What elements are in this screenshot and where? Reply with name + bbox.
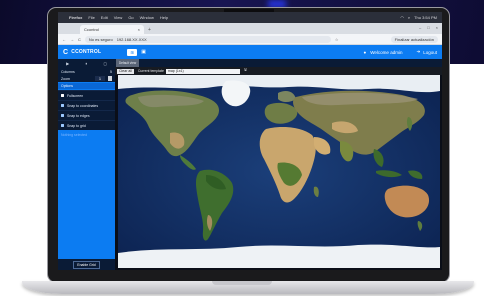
menubar-item-view[interactable]: View [114, 15, 123, 20]
option-snap-grid[interactable]: Snap to grid [58, 120, 115, 130]
option-snap-edges[interactable]: Snap to edges [58, 110, 115, 120]
option-fullscreen[interactable]: Fullscreen [58, 90, 115, 100]
columns-row: Columns 5 [61, 70, 112, 74]
window-controls: – □ × [419, 25, 438, 30]
sidebar-footer: Enable Grid [58, 259, 115, 270]
screen-button[interactable]: ▣ [141, 49, 146, 55]
save-icon[interactable]: 🖫 [244, 68, 247, 74]
menubar-item-file[interactable]: File [88, 15, 94, 20]
world-map [118, 75, 440, 268]
play-icon[interactable]: ▶ [66, 61, 69, 66]
enable-grid-button[interactable]: Enable Grid [73, 260, 100, 269]
insecure-label: No es seguro [88, 36, 113, 42]
pause-icon[interactable]: ⏸ [85, 61, 87, 66]
forward-button[interactable]: → [70, 37, 74, 42]
close-icon[interactable]: × [138, 27, 140, 32]
template-select[interactable]: map (1x1) [165, 68, 240, 74]
user-icon: ● [363, 49, 367, 55]
template-label: Current template [137, 69, 164, 73]
url-field[interactable]: No es seguro 192.168.XX.XXX [84, 35, 331, 43]
stop-icon[interactable]: ◻ [104, 61, 107, 66]
logo-mark: C [63, 48, 69, 56]
checkbox[interactable] [61, 94, 64, 97]
option-label: Snap to coordinates [67, 103, 99, 108]
sidebar-toolbar: ▶ ⏸ ◻ [58, 59, 115, 67]
columns-label: Columns [61, 70, 75, 74]
menubar-item-window[interactable]: Window [140, 15, 154, 20]
logout-label: Logout [423, 49, 437, 55]
tab-default-view[interactable]: Default view [116, 59, 139, 67]
logout-icon: ➜ [416, 49, 421, 54]
new-tab-button[interactable]: + [144, 27, 155, 34]
close-window-button[interactable]: × [436, 25, 438, 30]
laptop-base-notch [212, 281, 272, 285]
clear-all-button[interactable]: Clear all [117, 68, 134, 74]
wifi-icon[interactable]: ◠ [400, 15, 404, 20]
template-toolbar: Clear all Current template map (1x1) 🖫 [115, 67, 442, 75]
options-section-header: Options [58, 83, 115, 89]
option-snap-coordinates[interactable]: Snap to coordinates [58, 100, 115, 110]
columns-value[interactable]: 5 [110, 70, 112, 74]
zoom-row: Zoom 1 [61, 76, 112, 81]
star-icon[interactable]: ☆ [335, 37, 339, 42]
reload-button[interactable]: C [78, 37, 81, 42]
app-header: C CCONTROL ⊞ ▣ ● Welcome admin ➜ Logout [58, 45, 442, 59]
laptop-screen: Firefox File Edit View Go Window Help ◠ … [58, 12, 442, 270]
zoom-input[interactable]: 1 [95, 76, 105, 81]
zoom-stepper[interactable] [108, 76, 112, 81]
layout-grid-button[interactable]: ⊞ [127, 48, 138, 56]
world-map-view[interactable] [118, 75, 440, 268]
logo-text: CCONTROL [71, 49, 102, 55]
url-text: 192.168.XX.XXX [116, 36, 147, 42]
browser-tab[interactable]: Ccontrol × [80, 25, 144, 34]
browser-tabbar: Ccontrol × + – □ × [58, 23, 442, 34]
browser-addressbar: ← → C No es seguro 192.168.XX.XXX ☆ Fina… [58, 34, 442, 45]
update-button[interactable]: Finalizar actualización [390, 35, 438, 43]
option-label: Snap to grid [67, 123, 86, 128]
zoom-label: Zoom [61, 76, 70, 81]
minimize-button[interactable]: – [419, 25, 421, 30]
option-label: Fullscreen [67, 93, 84, 98]
logout-button[interactable]: ➜ Logout [416, 49, 437, 55]
checkbox[interactable] [61, 104, 64, 107]
search-icon[interactable]: ⌕ [408, 15, 410, 20]
menubar-item-app[interactable]: Firefox [69, 15, 82, 20]
back-button[interactable]: ← [62, 37, 66, 42]
sidebar: ▶ ⏸ ◻ Columns 5 Zoom 1 Options Fullscree… [58, 59, 115, 270]
sidebar-hint: Nothing selected [61, 133, 88, 137]
menubar-item-go[interactable]: Go [128, 15, 133, 20]
welcome-text: Welcome admin [370, 49, 403, 55]
menubar-item-help[interactable]: Help [160, 15, 168, 20]
checkbox[interactable] [61, 114, 64, 117]
os-menubar: Firefox File Edit View Go Window Help ◠ … [58, 12, 442, 23]
view-tabstrip: Default view [115, 59, 442, 67]
checkbox[interactable] [61, 124, 64, 127]
menubar-item-edit[interactable]: Edit [101, 15, 108, 20]
maximize-button[interactable]: □ [427, 25, 429, 30]
app-logo[interactable]: C CCONTROL [63, 49, 101, 56]
tab-title: Ccontrol [84, 27, 99, 32]
welcome-area: ● Welcome admin [364, 50, 403, 55]
menubar-clock[interactable]: Thu 3:54 PM [414, 15, 437, 20]
option-label: Snap to edges [67, 113, 90, 118]
